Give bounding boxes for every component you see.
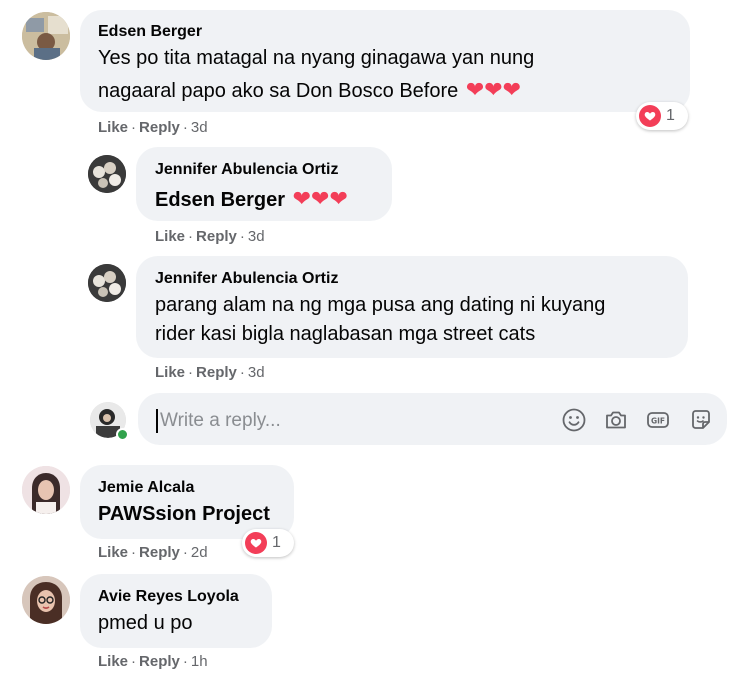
- reaction-count: 1: [666, 107, 675, 124]
- text-cursor: [156, 409, 158, 433]
- avatar-jemie-alcala[interactable]: [22, 466, 70, 514]
- comment-timestamp[interactable]: 3d: [248, 228, 265, 245]
- comment-text-line-1: pmed u po: [98, 612, 193, 634]
- comment-author[interactable]: Jemie Alcala: [98, 479, 194, 497]
- reply-button[interactable]: Reply: [196, 364, 237, 381]
- emoji-icon[interactable]: [561, 407, 587, 433]
- heart-reaction-icon: [639, 105, 661, 127]
- like-button[interactable]: Like: [98, 119, 128, 136]
- reply-text-line-1: parang alam na ng mga pusa ang dating ni…: [155, 294, 606, 316]
- avatar-jennifer-ortiz[interactable]: [88, 264, 126, 302]
- sticker-icon[interactable]: [688, 407, 714, 433]
- hearts-emoji: ❤❤❤: [292, 186, 348, 211]
- like-button[interactable]: Like: [155, 228, 185, 245]
- reaction-count: 1: [272, 534, 281, 551]
- comment-timestamp[interactable]: 1h: [191, 653, 208, 670]
- comment-actions: Like · Reply · 3d: [98, 119, 208, 136]
- comment-author[interactable]: Edsen Berger: [98, 23, 202, 41]
- reply-button[interactable]: Reply: [196, 228, 237, 245]
- comment-actions: Like · Reply · 1h: [98, 653, 208, 670]
- comment-timestamp[interactable]: 2d: [191, 544, 208, 561]
- comment-text-line-2: nagaaral papo ako sa Don Bosco Before ❤❤…: [98, 77, 522, 102]
- mention-link[interactable]: Edsen Berger: [155, 189, 285, 211]
- heart-reaction-icon: [245, 532, 267, 554]
- current-user-avatar[interactable]: [90, 402, 129, 441]
- reply-button[interactable]: Reply: [139, 119, 180, 136]
- reply-actions: Like · Reply · 3d: [155, 364, 265, 381]
- reply-actions: Like · Reply · 3d: [155, 228, 265, 245]
- avatar-jennifer-ortiz[interactable]: [88, 155, 126, 193]
- like-button[interactable]: Like: [98, 544, 128, 561]
- hearts-emoji: ❤❤❤: [465, 77, 522, 102]
- comment-timestamp[interactable]: 3d: [191, 119, 208, 136]
- comment-text-line-1: Yes po tita matagal na nyang ginagawa ya…: [98, 47, 535, 69]
- camera-icon[interactable]: [603, 407, 629, 433]
- reaction-count-badge[interactable]: 1: [636, 102, 688, 130]
- avatar-edsen-berger[interactable]: [22, 12, 70, 60]
- reply-input-placeholder: Write a reply...: [160, 410, 281, 431]
- comment-timestamp[interactable]: 3d: [248, 364, 265, 381]
- comment-text-line-1: PAWSsion Project: [98, 503, 270, 525]
- online-status-indicator: [116, 428, 129, 441]
- gif-icon[interactable]: GIF: [645, 407, 671, 433]
- comment-bubble-jemie-alcala: [80, 465, 294, 539]
- reply-text-line-2: rider kasi bigla naglabasan mga street c…: [155, 323, 536, 345]
- avatar-avie-reyes-loyola[interactable]: [22, 576, 70, 624]
- comment-bubble-avie-reyes-loyola: [80, 574, 272, 648]
- like-button[interactable]: Like: [98, 653, 128, 670]
- reaction-count-badge[interactable]: 1: [242, 529, 294, 557]
- reply-button[interactable]: Reply: [139, 653, 180, 670]
- reply-text-line-1: Edsen Berger ❤❤❤: [155, 186, 348, 212]
- svg-text:GIF: GIF: [651, 416, 665, 425]
- reply-author[interactable]: Jennifer Abulencia Ortiz: [155, 161, 338, 179]
- like-button[interactable]: Like: [155, 364, 185, 381]
- reply-author[interactable]: Jennifer Abulencia Ortiz: [155, 270, 338, 288]
- comment-actions: Like · Reply · 2d: [98, 544, 208, 561]
- comment-author[interactable]: Avie Reyes Loyola: [98, 588, 239, 606]
- reply-button[interactable]: Reply: [139, 544, 180, 561]
